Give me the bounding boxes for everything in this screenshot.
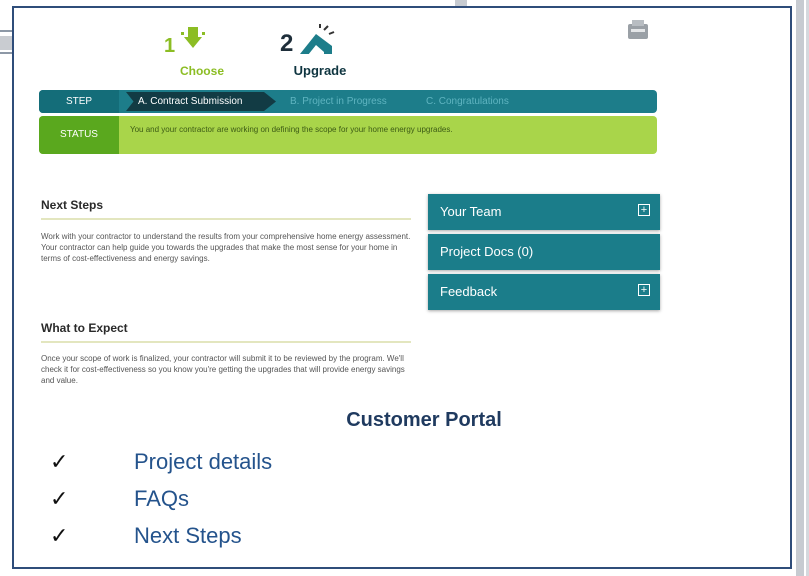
step-choose-label: Choose <box>179 64 224 78</box>
step-upgrade-label: Upgrade <box>293 63 347 78</box>
plus-box-icon[interactable]: + <box>638 284 650 296</box>
your-team-label: Your Team <box>440 204 502 219</box>
project-docs-label: Project Docs (0) <box>440 244 534 259</box>
what-to-expect-heading: What to Expect <box>41 321 128 335</box>
customer-portal-title: Customer Portal <box>346 409 502 431</box>
step-c[interactable]: C. Congratulations <box>426 90 509 113</box>
next-steps-heading: Next Steps <box>41 198 104 212</box>
house-upgrade-icon <box>300 24 335 55</box>
background-side-bar <box>796 0 804 576</box>
step-b[interactable]: B. Project in Progress <box>290 90 387 113</box>
bullet-text: Next Steps <box>134 523 242 548</box>
project-docs-button[interactable]: Project Docs (0) <box>428 234 660 270</box>
your-team-button[interactable]: Your Team + <box>428 194 660 230</box>
plus-box-icon[interactable]: + <box>638 204 650 216</box>
checkmark-icon: ✓ <box>50 449 69 474</box>
checkmark-icon: ✓ <box>50 523 69 548</box>
status-bar <box>39 116 657 154</box>
bullet-text: FAQs <box>134 486 190 511</box>
download-arrow-icon <box>181 27 205 48</box>
step-a-active[interactable]: A. Contract Submission <box>126 92 276 111</box>
step-tag: STEP <box>39 90 119 113</box>
print-icon[interactable] <box>628 20 648 39</box>
portal-screenshot-frame: 1 Choose 2 Upgrade STEP A. Contract Subm… <box>12 6 792 569</box>
section-divider <box>41 341 411 343</box>
what-to-expect-body: Once your scope of work is finalized, yo… <box>41 354 405 385</box>
feedback-label: Feedback <box>440 284 498 299</box>
step-number: 1 <box>164 35 176 57</box>
status-text: You and your contractor are working on d… <box>130 125 453 134</box>
feedback-button[interactable]: Feedback + <box>428 274 660 310</box>
checkmark-icon: ✓ <box>50 486 69 511</box>
section-divider <box>41 218 411 220</box>
next-steps-body: Work with your contractor to understand … <box>41 232 411 263</box>
bullet-text: Project details <box>134 449 273 474</box>
step-number: 2 <box>280 30 294 57</box>
status-tag: STATUS <box>39 116 119 154</box>
